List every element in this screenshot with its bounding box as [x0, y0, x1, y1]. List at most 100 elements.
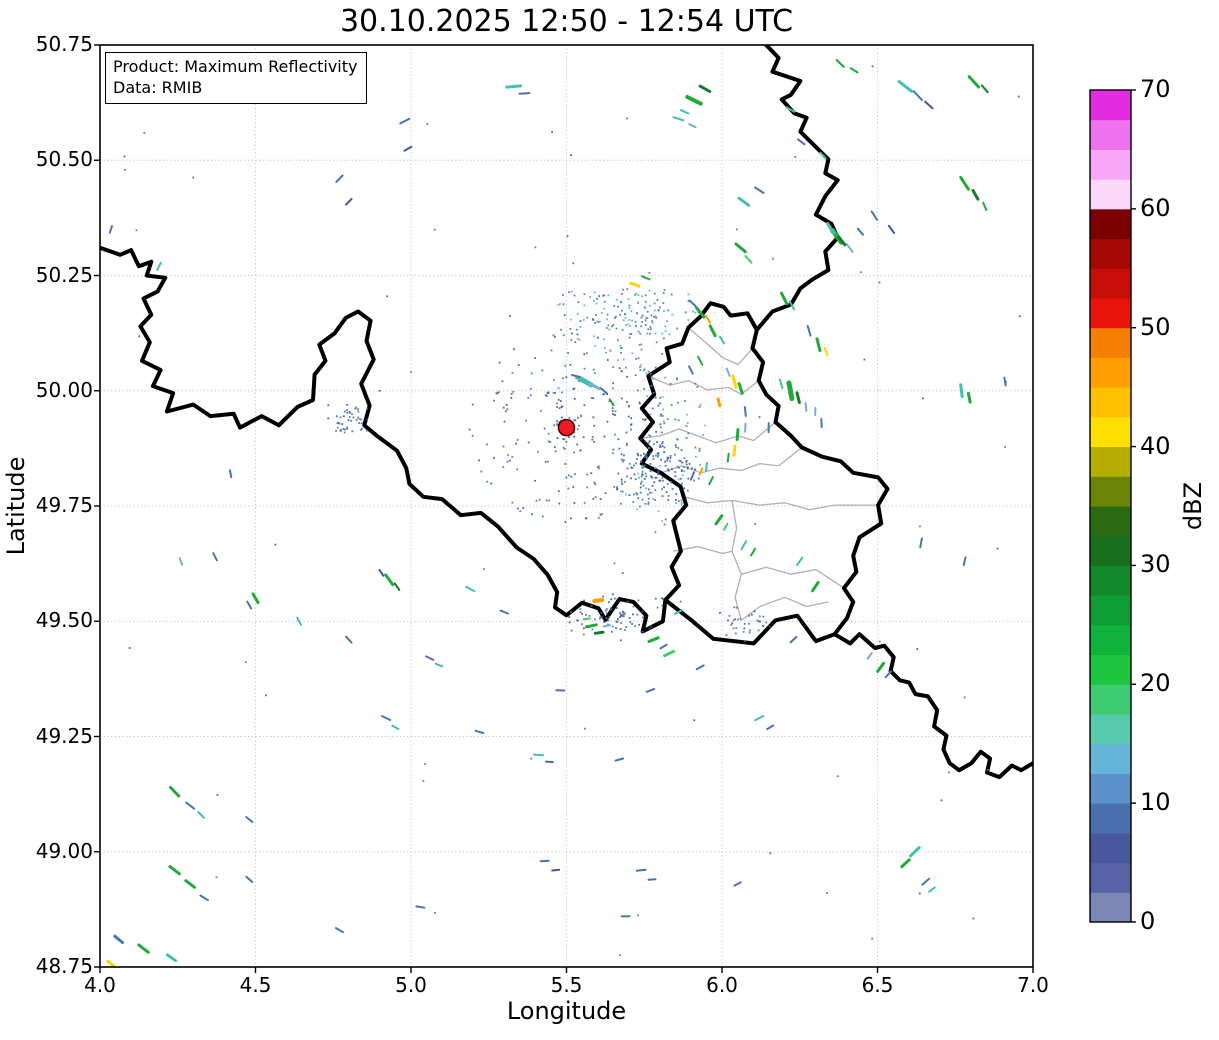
legend-product-line: Product: Maximum Reflectivity	[113, 57, 358, 76]
echo-streak	[716, 397, 722, 408]
colorbar-tick-label: 30	[1140, 550, 1171, 579]
echo-streak	[680, 109, 690, 115]
echo-streak	[823, 346, 829, 357]
echo-streak	[629, 281, 641, 288]
echo-streak	[856, 227, 864, 236]
y-tick-label: 50.75	[35, 32, 93, 56]
echo-streak	[169, 786, 181, 798]
echo-streak	[959, 383, 964, 399]
echo-streak	[108, 225, 113, 234]
echo-streak	[744, 255, 753, 264]
echo-streak	[766, 724, 775, 731]
echo-streak	[614, 757, 625, 762]
echo-streak	[663, 649, 676, 658]
echo-streak	[106, 959, 116, 967]
grid-layer	[100, 45, 1033, 967]
echo-streak	[795, 391, 801, 404]
echo-streak	[185, 801, 196, 810]
x-tick-label: 6.5	[861, 973, 894, 997]
echo-streak	[870, 210, 879, 221]
echo-streak	[178, 557, 184, 566]
echo-streak	[539, 859, 550, 863]
echo-streak	[731, 374, 738, 389]
echo-streak	[345, 635, 353, 644]
echo-streak	[754, 715, 765, 722]
echo-streak	[425, 655, 435, 661]
x-tick-label: 6.0	[706, 973, 738, 997]
echo-streak	[962, 556, 967, 567]
echo-streak	[737, 196, 751, 207]
echo-streak	[246, 600, 253, 610]
echo-streak	[733, 881, 742, 887]
echo-streak	[845, 242, 854, 253]
echo-streak	[672, 116, 685, 122]
echo-streak	[391, 724, 400, 730]
country-border	[832, 632, 1033, 780]
echo-streak	[645, 688, 656, 693]
colorbar-tick-label: 50	[1140, 312, 1171, 341]
echo-streak	[796, 556, 804, 566]
colorbar-tick-label: 60	[1140, 193, 1171, 222]
echo-streak	[465, 585, 476, 592]
echo-streak	[137, 943, 150, 954]
echo-streak	[980, 84, 989, 94]
echo-streak	[698, 467, 704, 476]
echo-streak	[592, 598, 605, 603]
axis-ticks	[94, 44, 1034, 973]
colorbar-tick-label: 10	[1140, 788, 1171, 817]
echo-streak	[919, 537, 923, 549]
echo-streak	[750, 547, 757, 557]
echo-streak	[403, 145, 413, 152]
echo-streak	[732, 444, 737, 457]
echo-streak	[786, 380, 795, 402]
echo-streak	[695, 664, 705, 671]
echo-streak	[704, 314, 712, 324]
echo-streak	[708, 324, 717, 338]
echo-streak	[635, 868, 647, 872]
echo-streak	[688, 365, 694, 375]
x-tick-label: 5.0	[395, 973, 427, 997]
echo-streak	[725, 367, 731, 377]
echo-streak	[966, 391, 972, 404]
echo-streak	[754, 186, 765, 194]
echo-streak	[641, 275, 651, 281]
echo-streak	[659, 643, 668, 650]
echo-streak	[723, 522, 729, 531]
echo-streak	[474, 729, 485, 734]
echo-streak	[381, 715, 392, 721]
echo-streak	[780, 291, 789, 306]
colorbar	[1089, 89, 1136, 923]
echo-streak	[884, 670, 893, 679]
y-tick-label: 49.75	[35, 493, 93, 517]
echo-streak	[897, 80, 914, 93]
echo-streak	[912, 90, 923, 102]
country-border	[638, 301, 890, 646]
echo-streak	[735, 428, 740, 441]
echo-streak	[518, 92, 531, 95]
echo-streak	[434, 662, 444, 668]
echo-streak	[384, 573, 395, 587]
echo-streak	[685, 95, 703, 106]
echo-streak	[168, 865, 181, 876]
echo-streak	[688, 123, 697, 129]
echo-streak	[588, 382, 601, 390]
echo-streak	[835, 59, 845, 68]
echo-streak	[245, 816, 254, 823]
echo-streak	[593, 630, 605, 635]
echo-streak	[335, 927, 344, 934]
plot-title: 30.10.2025 12:50 - 12:54 UTC	[339, 4, 794, 39]
region-border	[731, 500, 742, 621]
map-canvas	[94, 44, 1136, 973]
y-tick-label: 49.25	[35, 723, 93, 748]
radar-echoes-layer	[106, 59, 1021, 967]
echo-streak	[533, 753, 544, 757]
echo-streak	[582, 617, 591, 621]
echo-streak	[971, 189, 980, 201]
y-tick-label: 49.00	[35, 838, 93, 863]
echo-streak	[165, 953, 178, 963]
echo-streak	[544, 760, 554, 764]
echo-streak	[714, 514, 724, 526]
echo-streak	[734, 242, 747, 254]
echo-streak	[778, 378, 784, 390]
echo-streak	[887, 224, 896, 234]
